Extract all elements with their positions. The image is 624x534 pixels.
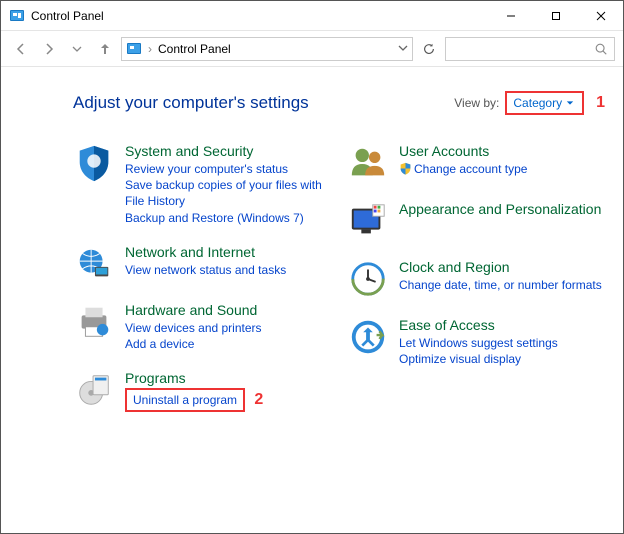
category-title[interactable]: System and Security bbox=[125, 143, 331, 159]
titlebar: Control Panel bbox=[1, 1, 623, 31]
category-system-security: System and Security Review your computer… bbox=[73, 143, 331, 226]
recent-locations-button[interactable] bbox=[65, 37, 89, 61]
forward-button[interactable] bbox=[37, 37, 61, 61]
users-icon bbox=[347, 143, 389, 183]
category-programs: Programs Uninstall a program 2 bbox=[73, 370, 331, 412]
control-panel-icon bbox=[126, 41, 142, 57]
refresh-button[interactable] bbox=[417, 37, 441, 61]
category-link[interactable]: Let Windows suggest settings bbox=[399, 335, 605, 351]
search-icon bbox=[594, 42, 608, 56]
category-title[interactable]: Programs bbox=[125, 370, 331, 386]
printer-icon bbox=[73, 302, 115, 342]
right-column: User Accounts Change account type bbox=[347, 143, 605, 430]
category-link[interactable]: Change account type bbox=[399, 161, 605, 177]
left-column: System and Security Review your computer… bbox=[73, 143, 331, 430]
annotation-2: 2 bbox=[254, 391, 263, 408]
category-user-accounts: User Accounts Change account type bbox=[347, 143, 605, 183]
minimize-button[interactable] bbox=[488, 1, 533, 30]
search-input[interactable] bbox=[445, 37, 615, 61]
back-button[interactable] bbox=[9, 37, 33, 61]
nav-row: › Control Panel bbox=[1, 31, 623, 67]
view-by-dropdown[interactable]: Category bbox=[505, 91, 584, 115]
up-button[interactable] bbox=[93, 37, 117, 61]
category-title[interactable]: Hardware and Sound bbox=[125, 302, 331, 318]
clock-icon bbox=[347, 259, 389, 299]
ease-of-access-icon bbox=[347, 317, 389, 357]
maximize-button[interactable] bbox=[533, 1, 578, 30]
page-title: Adjust your computer's settings bbox=[73, 93, 309, 113]
close-button[interactable] bbox=[578, 1, 623, 30]
view-by-label: View by: bbox=[454, 96, 499, 110]
category-link[interactable]: View network status and tasks bbox=[125, 262, 331, 278]
category-link[interactable]: Review your computer's status bbox=[125, 161, 331, 177]
category-title[interactable]: Ease of Access bbox=[399, 317, 605, 333]
category-title[interactable]: Clock and Region bbox=[399, 259, 605, 275]
control-panel-icon bbox=[9, 8, 25, 24]
annotation-1: 1 bbox=[596, 94, 605, 112]
chevron-down-icon bbox=[566, 99, 574, 107]
category-hardware-sound: Hardware and Sound View devices and prin… bbox=[73, 302, 331, 352]
category-columns: System and Security Review your computer… bbox=[73, 143, 605, 430]
category-title[interactable]: Network and Internet bbox=[125, 244, 331, 260]
highlighted-link-box: Uninstall a program bbox=[125, 388, 245, 412]
shield-icon bbox=[73, 143, 115, 183]
address-text[interactable]: Control Panel bbox=[158, 42, 231, 56]
view-by: View by: Category 1 bbox=[454, 91, 605, 115]
window-title: Control Panel bbox=[31, 9, 104, 23]
category-link[interactable]: Change date, time, or number formats bbox=[399, 277, 605, 293]
monitor-appearance-icon bbox=[347, 201, 389, 241]
category-link[interactable]: Backup and Restore (Windows 7) bbox=[125, 210, 331, 226]
category-link[interactable]: Add a device bbox=[125, 336, 331, 352]
category-link[interactable]: View devices and printers bbox=[125, 320, 331, 336]
address-bar[interactable]: › Control Panel bbox=[121, 37, 413, 61]
view-by-value: Category bbox=[513, 96, 562, 110]
category-title[interactable]: User Accounts bbox=[399, 143, 605, 159]
breadcrumb-chevron-icon[interactable]: › bbox=[148, 42, 152, 56]
uac-shield-icon bbox=[399, 162, 412, 175]
category-appearance: Appearance and Personalization bbox=[347, 201, 605, 241]
uninstall-program-link[interactable]: Uninstall a program bbox=[133, 393, 237, 407]
category-title[interactable]: Appearance and Personalization bbox=[399, 201, 605, 217]
category-link[interactable]: Save backup copies of your files with Fi… bbox=[125, 177, 331, 209]
globe-network-icon bbox=[73, 244, 115, 284]
programs-icon bbox=[73, 370, 115, 410]
category-network-internet: Network and Internet View network status… bbox=[73, 244, 331, 284]
category-clock-region: Clock and Region Change date, time, or n… bbox=[347, 259, 605, 299]
address-dropdown-icon[interactable] bbox=[398, 42, 408, 56]
header-row: Adjust your computer's settings View by:… bbox=[73, 91, 605, 115]
content-area: Adjust your computer's settings View by:… bbox=[1, 67, 623, 533]
category-ease-of-access: Ease of Access Let Windows suggest setti… bbox=[347, 317, 605, 367]
category-link[interactable]: Optimize visual display bbox=[399, 351, 605, 367]
